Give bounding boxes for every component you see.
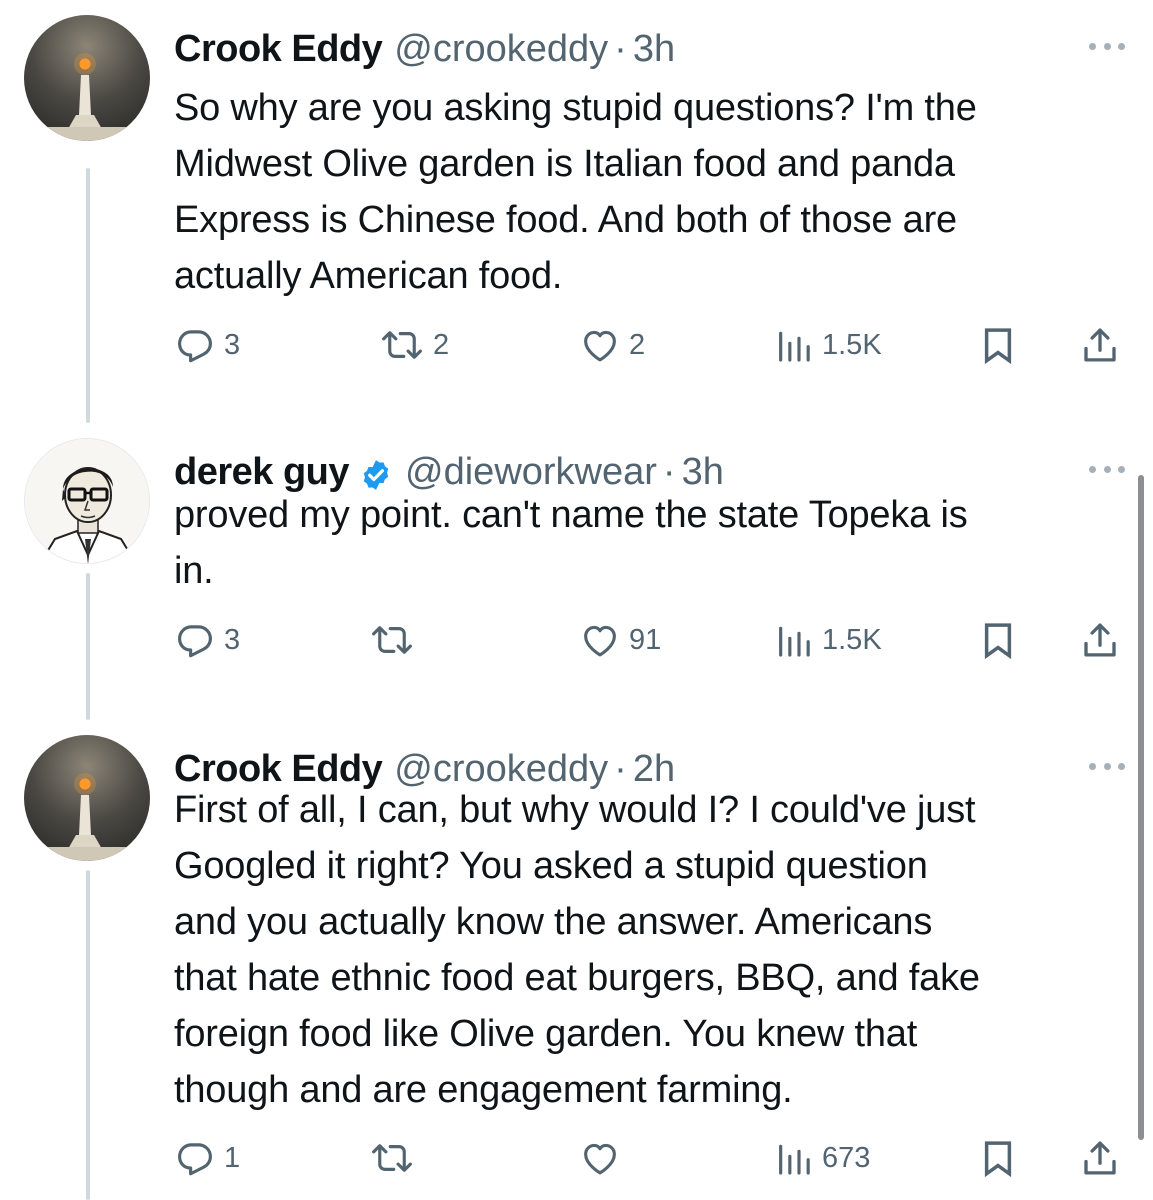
repost-button[interactable] — [369, 1128, 423, 1188]
reply-icon — [178, 1143, 212, 1176]
tweet[interactable]: Crook Eddy @crookeddy · 2h First of all,… — [0, 720, 1153, 1200]
like-count: 2 — [629, 328, 646, 361]
text-line: Express is Chinese food. And both of tho… — [174, 199, 957, 241]
avatar[interactable] — [24, 735, 150, 861]
text-line: foreign food like Olive garden. You knew… — [174, 1013, 918, 1055]
bookmark-button[interactable] — [977, 315, 1019, 375]
text-line: actually American food. — [174, 255, 563, 297]
text-line: though and are engagement farming. — [174, 1069, 793, 1111]
more-options-icon[interactable] — [1089, 758, 1125, 774]
repost-icon — [372, 626, 412, 654]
lighthouse-sunset-avatar-icon — [24, 735, 150, 861]
repost-icon — [382, 331, 422, 359]
repost-icon — [372, 1144, 412, 1172]
like-button[interactable]: 2 — [579, 315, 645, 375]
views-button[interactable]: 1.5K — [774, 315, 882, 375]
view-count: 673 — [822, 1141, 871, 1174]
reply-count: 3 — [224, 623, 241, 656]
reply-button[interactable]: 3 — [174, 610, 240, 670]
analytics-icon — [779, 331, 810, 362]
bookmark-icon — [984, 328, 1012, 365]
more-options-icon[interactable] — [1089, 461, 1125, 477]
heart-icon — [584, 330, 616, 362]
tweet-header: Crook Eddy @crookeddy · 3h — [174, 28, 675, 72]
repost-count: 2 — [433, 328, 450, 361]
illustrated-man-glasses-avatar-icon — [25, 439, 149, 563]
analytics-icon — [779, 626, 810, 657]
text-line: proved my point. can't name the state To… — [174, 494, 968, 536]
share-button[interactable] — [1079, 610, 1121, 670]
text-line: First of all, I can, but why would I? I … — [174, 789, 976, 831]
display-name[interactable]: Crook Eddy — [174, 28, 383, 71]
text-line: So why are you asking stupid questions? … — [174, 87, 977, 129]
repost-button[interactable] — [369, 610, 423, 670]
repost-button[interactable]: 2 — [379, 315, 449, 375]
action-bar: 3 91 1.5K — [174, 610, 1124, 670]
tweet[interactable]: Crook Eddy @crookeddy · 3h So why are yo… — [0, 0, 1153, 423]
thread-line — [86, 870, 90, 1200]
text-line: and you actually know the answer. Americ… — [174, 901, 933, 943]
text-line: in. — [174, 550, 214, 592]
share-button[interactable] — [1079, 315, 1121, 375]
action-bar: 1 673 — [174, 1128, 1124, 1188]
tweet-text: So why are you asking stupid questions? … — [174, 80, 1119, 304]
share-icon — [1084, 623, 1116, 657]
share-icon — [1084, 1141, 1116, 1175]
views-button[interactable]: 1.5K — [774, 610, 882, 670]
like-button[interactable]: 91 — [579, 610, 661, 670]
view-count: 1.5K — [822, 328, 882, 361]
bookmark-button[interactable] — [977, 610, 1019, 670]
action-bar: 3 2 2 1.5K — [174, 315, 1124, 375]
like-button[interactable] — [579, 1128, 629, 1188]
more-options-icon[interactable] — [1089, 38, 1125, 54]
text-line: Midwest Olive garden is Italian food and… — [174, 143, 955, 185]
reply-button[interactable]: 1 — [174, 1128, 240, 1188]
analytics-icon — [779, 1144, 810, 1175]
reply-count: 1 — [224, 1141, 241, 1174]
scrollbar[interactable] — [1138, 475, 1144, 1140]
avatar[interactable] — [24, 438, 150, 564]
like-count: 91 — [629, 623, 662, 656]
heart-icon — [584, 625, 616, 657]
bookmark-icon — [984, 623, 1012, 660]
share-button[interactable] — [1079, 1128, 1121, 1188]
text-line: that hate ethnic food eat burgers, BBQ, … — [174, 957, 980, 999]
bookmark-button[interactable] — [977, 1128, 1019, 1188]
lighthouse-sunset-avatar-icon — [24, 15, 150, 141]
share-icon — [1084, 328, 1116, 362]
reply-button[interactable]: 3 — [174, 315, 240, 375]
tweet-text: proved my point. can't name the state To… — [174, 487, 1119, 599]
timestamp[interactable]: 3h — [633, 28, 675, 71]
thread-line — [86, 573, 90, 720]
text-line: Googled it right? You asked a stupid que… — [174, 845, 928, 887]
bookmark-icon — [984, 1141, 1012, 1178]
thread-line — [86, 168, 90, 423]
user-handle[interactable]: @crookeddy — [394, 28, 608, 71]
reply-icon — [178, 330, 212, 363]
heart-icon — [584, 1143, 616, 1175]
views-button[interactable]: 673 — [774, 1128, 870, 1188]
tweet-text: First of all, I can, but why would I? I … — [174, 782, 1119, 1118]
avatar[interactable] — [24, 15, 150, 141]
tweet[interactable]: derek guy @dieworkwear · 3h proved my po… — [0, 423, 1153, 720]
view-count: 1.5K — [822, 623, 882, 656]
separator-dot: · — [614, 28, 627, 70]
reply-icon — [178, 625, 212, 658]
reply-count: 3 — [224, 328, 241, 361]
